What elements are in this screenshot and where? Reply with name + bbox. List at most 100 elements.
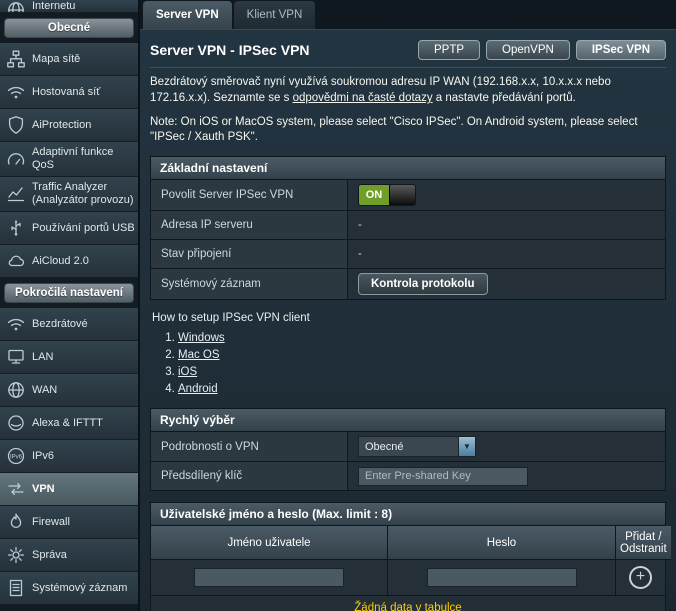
table-row: Adresa IP serveru - [151, 211, 665, 240]
username-input[interactable] [194, 568, 344, 587]
server-ip-value: - [348, 211, 665, 239]
basic-settings-table: Základní nastavení Povolit Server IPSec … [150, 156, 666, 300]
sidebar-item-alexa-ifttt[interactable]: Alexa & IFTTT [0, 407, 138, 440]
openvpn-button[interactable]: OpenVPN [486, 40, 570, 60]
howto-list: Windows Mac OS iOS Android [178, 331, 664, 397]
sidebar-item-wireless[interactable]: Bezdrátové [0, 308, 138, 341]
server-ip-label: Adresa IP serveru [151, 211, 348, 239]
sidebar-item-network-map[interactable]: Mapa sítě [0, 43, 138, 76]
add-remove-column-header: Přidat / Odstranit [616, 526, 671, 560]
howto-title: How to setup IPSec VPN client [152, 312, 664, 324]
pre-shared-key-input[interactable] [358, 467, 528, 486]
tab-client-vpn[interactable]: Klient VPN [234, 1, 316, 29]
intro-part2: a nastavte předávání portů. [436, 92, 576, 104]
table-row: Systémový záznam Kontrola protokolu [151, 269, 665, 299]
sidebar-item-aiprotection[interactable]: AiProtection [0, 109, 138, 142]
wifi-icon [6, 82, 26, 102]
sidebar-item-qos[interactable]: Adaptivní funkce QoS [0, 142, 138, 177]
wireless-icon [6, 314, 26, 334]
sidebar-item-system-log[interactable]: Systémový záznam [0, 572, 138, 605]
user-credentials-table: Uživatelské jméno a heslo (Max. limit : … [150, 502, 666, 611]
sidebar-item-wan[interactable]: WAN [0, 374, 138, 407]
user-input-row: + [151, 560, 665, 596]
username-column-header: Jméno uživatele [151, 526, 388, 560]
page-title: Server VPN - IPSec VPN [150, 42, 310, 58]
svg-text:IPv6: IPv6 [10, 454, 23, 460]
sidebar-item-firewall[interactable]: Firewall [0, 506, 138, 539]
connection-status-label: Stav připojení [151, 240, 348, 268]
vpn-details-selected-value: Obecné [359, 441, 458, 453]
main-area: Server VPN Klient VPN Server VPN - IPSec… [140, 0, 676, 611]
toggle-on-label: ON [359, 185, 389, 205]
globe-icon [6, 380, 26, 400]
network-map-icon [6, 49, 26, 69]
howto-link-ios[interactable]: iOS [178, 366, 197, 378]
chart-icon [6, 184, 26, 204]
sidebar-item-label: WAN [32, 384, 135, 397]
empty-table-message: Žádná data v tabulce [151, 596, 665, 611]
ipv6-icon: IPv6 [6, 446, 26, 466]
sidebar-item-label: Alexa & IFTTT [32, 417, 135, 430]
tab-server-vpn[interactable]: Server VPN [143, 1, 232, 29]
sidebar-item-vpn[interactable]: VPN [0, 473, 138, 506]
shield-icon [6, 115, 26, 135]
sidebar-section-general: Obecné [4, 18, 134, 38]
intro-text: Bezdrátový směrovač nyní využívá soukrom… [150, 74, 666, 106]
sidebar-item-administration[interactable]: Správa [0, 539, 138, 572]
gauge-icon [6, 149, 26, 169]
toggle-knob [389, 185, 415, 205]
sidebar-item-lan[interactable]: LAN [0, 341, 138, 374]
howto-link-android[interactable]: Android [178, 383, 218, 395]
vpn-details-select[interactable]: Obecné ▼ [358, 436, 476, 457]
sidebar-item-label: Hostovaná síť [32, 86, 135, 99]
sidebar-item-guest-network[interactable]: Hostovaná síť [0, 76, 138, 109]
platform-note: Note: On iOS or MacOS system, please sel… [150, 115, 666, 145]
table-row: Předsdílený klíč [151, 462, 665, 490]
table-row: Podrobnosti o VPN Obecné ▼ [151, 432, 665, 462]
sidebar-item-label: Mapa sítě [32, 53, 135, 66]
document-icon [6, 578, 26, 598]
sidebar-item-label: Systémový záznam [32, 582, 135, 595]
globe-icon [6, 0, 26, 13]
router-admin-app: Internetu Obecné Mapa sítě Hostovaná síť… [0, 0, 676, 611]
system-log-label: Systémový záznam [151, 269, 348, 299]
user-table-header: Jméno uživatele Heslo Přidat / Odstranit [151, 526, 665, 560]
sidebar-item-internet[interactable]: Internetu [0, 0, 138, 13]
quick-select-title: Rychlý výběr [151, 409, 665, 432]
title-row: Server VPN - IPSec VPN PPTP OpenVPN IPSe… [150, 40, 666, 68]
chevron-down-icon: ▼ [458, 437, 475, 456]
password-input[interactable] [427, 568, 577, 587]
sidebar-item-usb[interactable]: Používání portů USB [0, 212, 138, 245]
vpn-icon [6, 479, 26, 499]
sidebar-item-label: Internetu [32, 0, 135, 13]
ipsec-vpn-button[interactable]: IPSec VPN [576, 40, 666, 60]
usb-icon [6, 218, 26, 238]
check-log-button[interactable]: Kontrola protokolu [358, 273, 488, 295]
sidebar-item-label: VPN [32, 483, 135, 496]
table-row: Povolit Server IPSec VPN ON [151, 180, 665, 211]
page-content: Server VPN - IPSec VPN PPTP OpenVPN IPSe… [140, 30, 676, 611]
howto-section: How to setup IPSec VPN client Windows Ma… [152, 312, 664, 397]
sidebar-item-ipv6[interactable]: IPv6 IPv6 [0, 440, 138, 473]
sidebar-section-advanced: Pokročilá nastavení [4, 283, 134, 303]
sidebar-item-label: Adaptivní funkce QoS [32, 146, 135, 172]
sidebar: Internetu Obecné Mapa sítě Hostovaná síť… [0, 0, 140, 611]
sidebar-item-traffic-analyzer[interactable]: Traffic Analyzer (Analyzátor provozu) [0, 177, 138, 212]
table-row: Stav připojení - [151, 240, 665, 269]
quick-select-table: Rychlý výběr Podrobnosti o VPN Obecné ▼ … [150, 408, 666, 491]
sidebar-item-label: Firewall [32, 516, 135, 529]
sidebar-item-aicloud[interactable]: AiCloud 2.0 [0, 245, 138, 278]
add-user-button[interactable]: + [629, 566, 652, 589]
pptp-button[interactable]: PPTP [418, 40, 480, 60]
howto-link-macos[interactable]: Mac OS [178, 349, 220, 361]
ipsec-server-toggle[interactable]: ON [358, 184, 416, 206]
faq-link[interactable]: odpovědmi na časté dotazy [293, 92, 433, 104]
howto-link-windows[interactable]: Windows [178, 332, 225, 344]
basic-settings-title: Základní nastavení [151, 157, 665, 180]
sidebar-item-label: IPv6 [32, 450, 135, 463]
gear-icon [6, 545, 26, 565]
connection-status-value: - [348, 240, 665, 268]
sidebar-item-label: Používání portů USB [32, 222, 135, 235]
password-column-header: Heslo [388, 526, 616, 560]
sidebar-item-label: Bezdrátové [32, 318, 135, 331]
